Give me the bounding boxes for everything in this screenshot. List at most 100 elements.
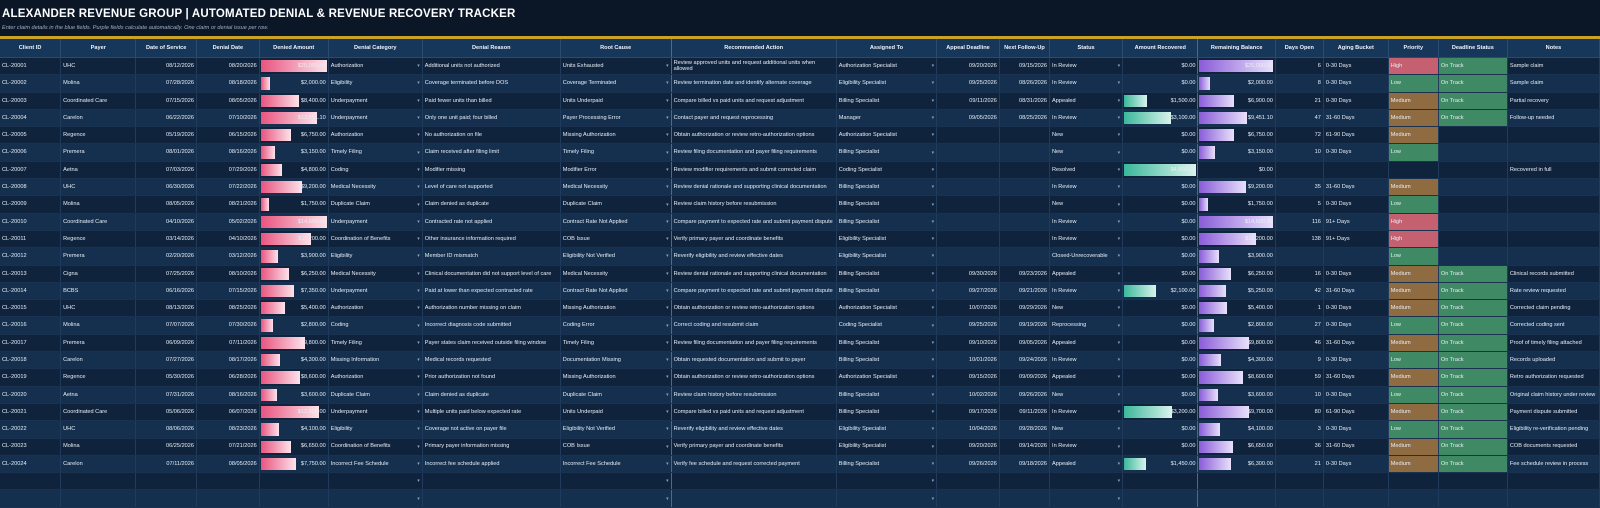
denial-date-cell[interactable]: 06/28/2026 — [196, 368, 260, 387]
amount-recovered-cell[interactable]: $0.00 — [1122, 351, 1199, 370]
col-header-days-open[interactable]: Days Open — [1275, 39, 1324, 58]
denial-date-cell[interactable]: 08/20/2026 — [196, 57, 260, 76]
next-follow-up-cell[interactable] — [999, 230, 1051, 249]
empty-assigned-to-select[interactable] — [836, 472, 938, 491]
denial-reason-cell[interactable]: Modifier missing — [422, 161, 561, 180]
denial-date-cell[interactable]: 08/05/2026 — [196, 455, 260, 474]
denied-amount-cell[interactable]: $8,400.00 — [259, 92, 329, 110]
denial-reason-cell[interactable]: Only one unit paid; four billed — [422, 109, 561, 128]
next-follow-up-cell[interactable]: 08/25/2026 — [999, 109, 1051, 128]
denial-reason-cell[interactable]: Coverage not active on payer file — [422, 420, 561, 439]
root-cause-select[interactable]: Duplicate Claim — [560, 195, 672, 214]
status-select[interactable]: Appealed — [1049, 265, 1124, 283]
notes-cell[interactable]: Proof of timely filing attached — [1507, 334, 1600, 353]
appeal-deadline-cell[interactable]: 09/25/2026 — [936, 316, 1000, 335]
status-select[interactable]: In Review — [1049, 230, 1124, 249]
status-select[interactable]: In Review — [1049, 403, 1124, 422]
date-of-service-cell[interactable]: 06/25/2026 — [135, 438, 198, 456]
payer-cell[interactable]: Molina — [60, 74, 137, 93]
assigned-to-select[interactable]: Eligibility Specialist — [836, 438, 938, 456]
next-follow-up-cell[interactable]: 09/24/2026 — [999, 351, 1051, 370]
assigned-to-select[interactable]: Billing Specialist — [836, 213, 938, 231]
denial-date-cell[interactable]: 08/18/2026 — [196, 74, 260, 93]
col-header-root-cause[interactable]: Root Cause — [560, 39, 672, 58]
client-id-cell[interactable]: CL-20006 — [0, 143, 62, 162]
client-id-cell[interactable]: CL-20013 — [0, 265, 62, 283]
empty-aging-bucket-cell[interactable] — [1323, 489, 1389, 508]
notes-cell[interactable]: Eligibility re-verification pending — [1507, 420, 1600, 439]
denied-amount-cell[interactable]: $12,551.10 — [259, 109, 329, 128]
root-cause-select[interactable]: Medical Necessity — [560, 178, 672, 197]
denial-reason-cell[interactable]: Incorrect fee schedule applied — [422, 455, 561, 474]
client-id-cell[interactable]: CL-20001 — [0, 57, 62, 76]
appeal-deadline-cell[interactable]: 09/27/2026 — [936, 282, 1000, 301]
amount-recovered-cell[interactable]: $0.00 — [1122, 126, 1199, 145]
empty-assigned-to-select[interactable] — [836, 489, 938, 508]
amount-recovered-cell[interactable]: $0.00 — [1122, 74, 1199, 93]
denied-amount-cell[interactable]: $3,600.00 — [259, 386, 329, 404]
assigned-to-select[interactable]: Authorization Specialist — [836, 368, 938, 387]
payer-cell[interactable]: Carelon — [60, 109, 137, 128]
denial-date-cell[interactable]: 07/30/2026 — [196, 316, 260, 335]
root-cause-select[interactable]: Coding Error — [560, 316, 672, 335]
denial-date-cell[interactable]: 08/17/2026 — [196, 351, 260, 370]
denial-category-select[interactable]: Timely Filing — [328, 334, 423, 353]
appeal-deadline-cell[interactable]: 09/17/2026 — [936, 403, 1000, 422]
status-select[interactable]: Closed-Unrecoverable — [1049, 247, 1124, 266]
next-follow-up-cell[interactable] — [999, 178, 1051, 197]
denial-reason-cell[interactable]: Primary payer information missing — [422, 438, 561, 456]
appeal-deadline-cell[interactable]: 09/11/2026 — [936, 92, 1000, 110]
denial-date-cell[interactable]: 08/23/2026 — [196, 420, 260, 439]
status-select[interactable]: In Review — [1049, 213, 1124, 231]
notes-cell[interactable]: Clinical records submitted — [1507, 265, 1600, 283]
denied-amount-cell[interactable]: $25,000.00 — [259, 57, 329, 76]
status-select[interactable]: In Review — [1049, 351, 1124, 370]
denial-category-select[interactable]: Coding — [328, 316, 423, 335]
amount-recovered-cell[interactable]: $0.00 — [1122, 299, 1199, 318]
date-of-service-cell[interactable]: 07/03/2026 — [135, 161, 198, 180]
empty-notes-cell[interactable] — [1507, 472, 1600, 491]
denial-category-select[interactable]: Authorization — [328, 368, 423, 387]
date-of-service-cell[interactable]: 08/01/2026 — [135, 143, 198, 162]
payer-cell[interactable]: UHC — [60, 57, 137, 76]
assigned-to-select[interactable]: Billing Specialist — [836, 282, 938, 301]
date-of-service-cell[interactable]: 08/05/2026 — [135, 195, 198, 214]
next-follow-up-cell[interactable]: 08/26/2026 — [999, 74, 1051, 93]
notes-cell[interactable] — [1507, 126, 1600, 145]
payer-cell[interactable]: Carelon — [60, 351, 137, 370]
assigned-to-select[interactable]: Manager — [836, 109, 938, 128]
empty-notes-cell[interactable] — [1507, 489, 1600, 508]
empty-remaining-balance-cell[interactable] — [1197, 489, 1276, 508]
date-of-service-cell[interactable]: 05/30/2026 — [135, 368, 198, 387]
notes-cell[interactable]: Corrected claim pending — [1507, 299, 1600, 318]
date-of-service-cell[interactable]: 08/06/2026 — [135, 420, 198, 439]
date-of-service-cell[interactable]: 02/20/2026 — [135, 247, 198, 266]
client-id-cell[interactable]: CL-20015 — [0, 299, 62, 318]
assigned-to-select[interactable]: Eligibility Specialist — [836, 74, 938, 93]
denial-date-cell[interactable]: 07/21/2026 — [196, 438, 260, 456]
assigned-to-select[interactable]: Billing Specialist — [836, 92, 938, 110]
empty-client-id-cell[interactable] — [0, 489, 62, 508]
denial-category-select[interactable]: Coordination of Benefits — [328, 438, 423, 456]
root-cause-select[interactable]: COB Issue — [560, 438, 672, 456]
date-of-service-cell[interactable]: 07/25/2026 — [135, 265, 198, 283]
assigned-to-select[interactable]: Eligibility Specialist — [836, 230, 938, 249]
empty-deadline-status-cell[interactable] — [1438, 472, 1508, 491]
denial-reason-cell[interactable]: Additional units not authorized — [422, 57, 561, 76]
amount-recovered-cell[interactable]: $3,200.00 — [1122, 403, 1199, 422]
status-select[interactable]: In Review — [1049, 178, 1124, 197]
empty-amount-recovered-cell[interactable] — [1122, 489, 1199, 508]
status-select[interactable]: Appealed — [1049, 368, 1124, 387]
empty-status-select[interactable] — [1049, 472, 1124, 491]
appeal-deadline-cell[interactable] — [936, 161, 1000, 180]
next-follow-up-cell[interactable]: 09/11/2026 — [999, 403, 1051, 422]
denial-reason-cell[interactable]: Claim denied as duplicate — [422, 195, 561, 214]
next-follow-up-cell[interactable]: 08/31/2026 — [999, 92, 1051, 110]
denied-amount-cell[interactable]: $12,900.00 — [259, 403, 329, 422]
root-cause-select[interactable]: Timely Filing — [560, 334, 672, 353]
amount-recovered-cell[interactable]: $0.00 — [1122, 386, 1199, 404]
empty-days-open-cell[interactable] — [1275, 472, 1324, 491]
appeal-deadline-cell[interactable]: 09/05/2026 — [936, 109, 1000, 128]
empty-denial-date-cell[interactable] — [196, 489, 260, 508]
notes-cell[interactable] — [1507, 230, 1600, 249]
